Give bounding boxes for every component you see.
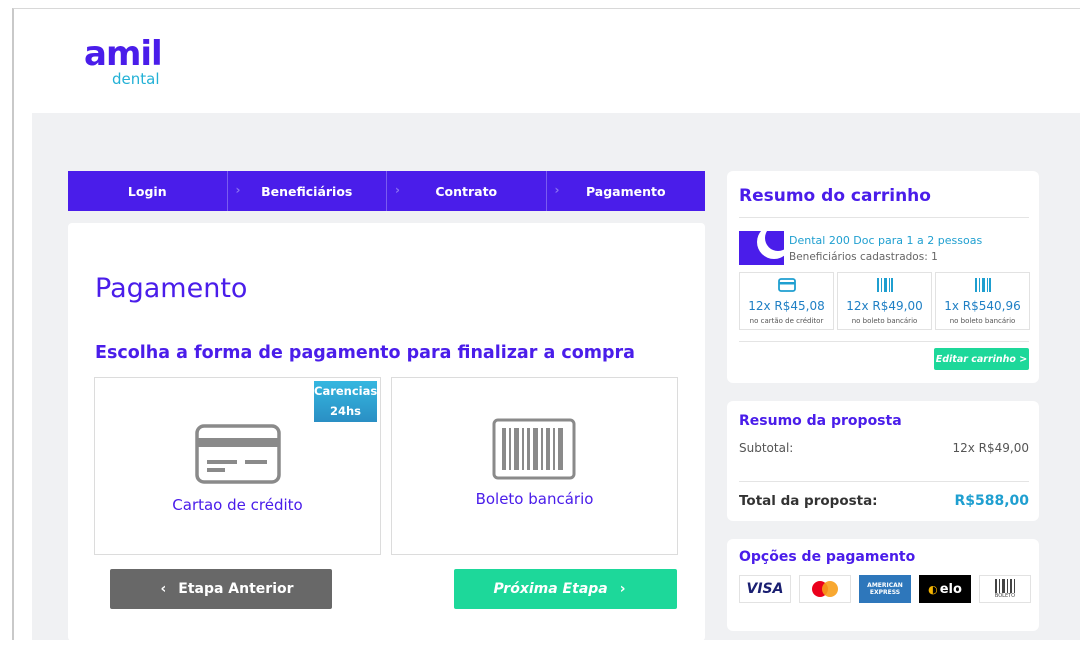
chevron-right-icon: › xyxy=(395,183,400,197)
payment-brands: VISA AMERICAN EXPRESS ◐ elo BOLETO xyxy=(739,575,1031,603)
header: amil dental xyxy=(14,9,1080,113)
step-label: Pagamento xyxy=(585,183,666,199)
edit-cart-button[interactable]: Editar carrinho > xyxy=(934,348,1029,370)
browser-frame: amil dental Login › Beneficiários › Contra… xyxy=(12,8,1080,640)
proposal-title: Resumo da proposta xyxy=(739,413,902,429)
payment-options-title: Opções de pagamento xyxy=(739,549,916,565)
mastercard-logo xyxy=(799,575,851,603)
chevron-left-icon: ‹ xyxy=(160,581,167,597)
badge-line-1: Carencias xyxy=(314,384,378,398)
step-beneficiarios[interactable]: › Beneficiários xyxy=(228,171,387,211)
boleto-label: Boleto bancário xyxy=(475,490,594,508)
page-title: Pagamento xyxy=(95,273,248,304)
cart-title: Resumo do carrinho xyxy=(739,186,931,206)
elo-text: elo xyxy=(939,581,962,597)
subtotal-value: 12x R$49,00 xyxy=(952,441,1029,455)
barcode-icon xyxy=(995,579,1015,593)
visa-logo: VISA xyxy=(739,575,791,603)
boleto-text: BOLETO xyxy=(994,593,1016,599)
price-note: no cartão de créditor xyxy=(749,317,824,325)
divider xyxy=(739,341,1029,342)
chevron-right-icon: › xyxy=(235,183,241,197)
step-contrato[interactable]: › Contrato xyxy=(387,171,547,211)
step-label: Beneficiários xyxy=(261,183,353,199)
price-option-boleto-12x: 12x R$49,00 no boleto bancário xyxy=(837,272,932,330)
chevron-right-icon: › xyxy=(619,581,626,597)
next-step-label: Próxima Etapa xyxy=(493,581,608,597)
elo-logo: ◐ elo xyxy=(919,575,971,603)
price-amount: 1x R$540,96 xyxy=(944,299,1021,313)
previous-step-button[interactable]: ‹ Etapa Anterior xyxy=(110,569,332,609)
next-step-button[interactable]: Próxima Etapa › xyxy=(454,569,677,609)
logo-sub: dental xyxy=(112,70,160,88)
barcode-icon xyxy=(876,278,893,292)
credit-card-label: Cartao de crédito xyxy=(172,496,303,514)
checkout-steps: Login › Beneficiários › Contrato › Pagament… xyxy=(68,171,705,211)
barcode-icon xyxy=(974,278,991,292)
step-label: Contrato xyxy=(435,183,498,199)
proposal-summary: Resumo da proposta Subtotal: 12x R$49,00… xyxy=(727,401,1039,521)
credit-card-icon xyxy=(777,278,796,292)
step-label: Login xyxy=(127,183,167,199)
price-option-card: 12x R$45,08 no cartão de créditor xyxy=(739,272,834,330)
chevron-right-icon: › xyxy=(554,183,560,197)
price-amount: 12x R$45,08 xyxy=(748,299,825,313)
beneficiaries-count: Beneficiários cadastrados: 1 xyxy=(789,251,938,263)
subtotal-label: Subtotal: xyxy=(739,441,794,455)
step-pagamento[interactable]: › Pagamento xyxy=(547,171,706,211)
amil-dental-logo[interactable]: amil dental xyxy=(84,34,163,88)
previous-step-label: Etapa Anterior xyxy=(178,581,294,597)
badge-line-2: 24hs xyxy=(329,404,362,418)
plan-thumbnail xyxy=(739,231,784,265)
amex-line-2: EXPRESS xyxy=(869,589,901,596)
price-amount: 12x R$49,00 xyxy=(846,299,923,313)
boleto-option[interactable]: Boleto bancário xyxy=(391,377,678,555)
page-content: Login › Beneficiários › Contrato › Pagament… xyxy=(32,113,1080,640)
total-label: Total da proposta: xyxy=(739,493,878,509)
price-note: no boleto bancário xyxy=(851,317,918,325)
plan-name[interactable]: Dental 200 Doc para 1 a 2 pessoas xyxy=(789,234,982,247)
price-option-boleto-1x: 1x R$540,96 no boleto bancário xyxy=(935,272,1030,330)
divider xyxy=(739,217,1029,218)
elo-symbol-icon: ◐ xyxy=(928,582,938,596)
credit-card-icon xyxy=(195,424,281,484)
logo-brand: amil xyxy=(84,34,163,74)
barcode-icon xyxy=(492,418,576,480)
amex-line-1: AMERICAN xyxy=(867,582,903,589)
price-note: no boleto bancário xyxy=(949,317,1016,325)
step-login[interactable]: Login xyxy=(68,171,228,211)
total-value: R$588,00 xyxy=(954,493,1029,509)
credit-card-option[interactable]: Carencias 24hs Cartao de crédito xyxy=(94,377,381,555)
payment-options: Opções de pagamento VISA AMERICAN EXPRESS… xyxy=(727,539,1039,631)
payment-subtitle: Escolha a forma de pagamento para finali… xyxy=(95,343,635,363)
cart-summary: Resumo do carrinho Dental 200 Doc para 1… xyxy=(727,171,1039,383)
amex-logo: AMERICAN EXPRESS xyxy=(859,575,911,603)
payment-card: Pagamento Escolha a forma de pagamento p… xyxy=(68,223,705,640)
boleto-logo: BOLETO xyxy=(979,575,1031,603)
carencia-badge: Carencias 24hs xyxy=(314,381,377,422)
divider xyxy=(739,481,1029,482)
